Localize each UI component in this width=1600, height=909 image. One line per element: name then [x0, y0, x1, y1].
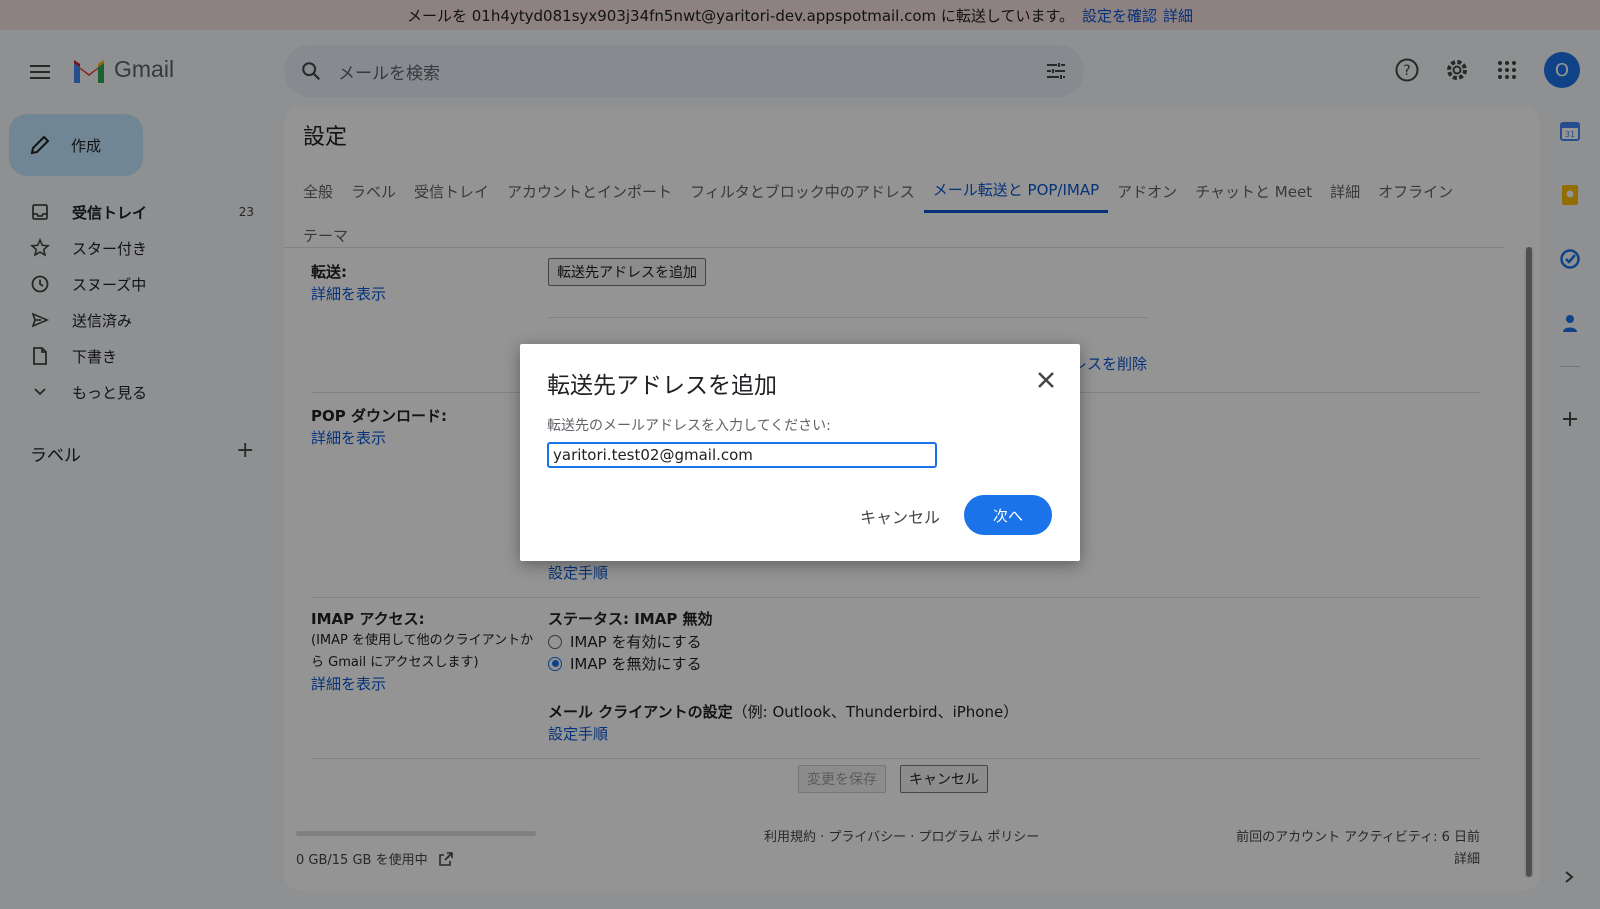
dialog-cancel-button[interactable]: キャンセル [860, 504, 940, 528]
dialog-title: 転送先アドレスを追加 [547, 373, 777, 399]
dialog-next-button[interactable]: 次へ [964, 495, 1052, 535]
close-icon[interactable] [1034, 368, 1058, 392]
dialog-prompt: 転送先のメールアドレスを入力してください: [547, 418, 831, 434]
forwarding-email-input[interactable]: yaritori.test02@gmail.com [547, 442, 937, 468]
add-forwarding-address-dialog: 転送先アドレスを追加 転送先のメールアドレスを入力してください: yaritor… [520, 344, 1080, 561]
